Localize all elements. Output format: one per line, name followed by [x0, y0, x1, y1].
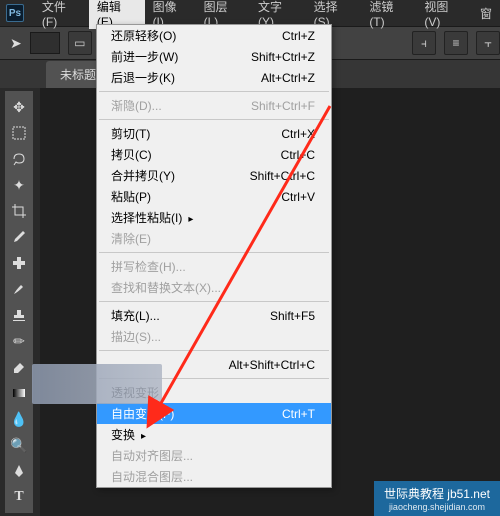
- menu-filter[interactable]: 滤镜(T): [361, 0, 416, 29]
- pen-tool[interactable]: [7, 459, 31, 483]
- option-button-1[interactable]: ▭: [68, 31, 92, 55]
- menu-item-label: 清除(E): [111, 230, 151, 247]
- align-center-icon[interactable]: ≡: [444, 31, 468, 55]
- menu-separator: [99, 252, 329, 253]
- healing-tool[interactable]: [7, 251, 31, 275]
- menu-item-shortcut: Ctrl+V: [281, 190, 315, 204]
- menu-item-1[interactable]: 前进一步(W) Shift+Ctrl+Z: [97, 46, 331, 67]
- menu-item-13: 拼写检查(H)...: [97, 256, 331, 277]
- wand-tool[interactable]: ✦: [7, 173, 31, 197]
- menu-item-4: 渐隐(D)... Shift+Ctrl+F: [97, 95, 331, 116]
- crop-tool[interactable]: [7, 199, 31, 223]
- watermark-subtext: jiaocheng.shejidian.com: [389, 502, 485, 512]
- menu-item-17: 描边(S)...: [97, 326, 331, 347]
- brush-tool[interactable]: [7, 277, 31, 301]
- tools-panel: ✥ ✦ ✏ 💧 🔍 T: [4, 90, 34, 514]
- tool-preset-picker[interactable]: [30, 32, 60, 54]
- menu-item-label: 自由变换(F): [111, 405, 174, 422]
- menu-item-label: 拷贝(C): [111, 146, 152, 163]
- marquee-tool[interactable]: [7, 121, 31, 145]
- menu-item-label: 后退一步(K): [111, 69, 175, 86]
- menu-item-23[interactable]: 变换: [97, 424, 331, 445]
- menu-item-16[interactable]: 填充(L)... Shift+F5: [97, 305, 331, 326]
- menu-item-label: 合并拷贝(Y): [111, 167, 175, 184]
- blur-tool[interactable]: 💧: [7, 407, 31, 431]
- menu-item-9[interactable]: 粘贴(P) Ctrl+V: [97, 186, 331, 207]
- dodge-tool[interactable]: 🔍: [7, 433, 31, 457]
- menu-window[interactable]: 窗: [472, 5, 500, 22]
- menu-item-2[interactable]: 后退一步(K) Alt+Ctrl+Z: [97, 67, 331, 88]
- gradient-tool[interactable]: [7, 381, 31, 405]
- menu-item-14: 查找和替换文本(X)...: [97, 277, 331, 298]
- app-logo: Ps: [6, 4, 24, 22]
- menu-separator: [99, 119, 329, 120]
- menu-item-25: 自动混合图层...: [97, 466, 331, 487]
- menu-item-22[interactable]: 自由变换(F) Ctrl+T: [97, 403, 331, 424]
- menu-item-label: 自动混合图层...: [111, 468, 193, 485]
- eraser-tool[interactable]: [7, 355, 31, 379]
- menu-item-label: 自动对齐图层...: [111, 447, 193, 464]
- menu-item-label: 描边(S)...: [111, 328, 161, 345]
- edit-menu-dropdown: 还原轻移(O) Ctrl+Z 前进一步(W) Shift+Ctrl+Z 后退一步(K) A…: [96, 24, 332, 488]
- menu-item-shortcut: Alt+Ctrl+Z: [261, 71, 315, 85]
- menu-view[interactable]: 视图(V): [416, 0, 472, 29]
- menu-item-8[interactable]: 合并拷贝(Y) Shift+Ctrl+C: [97, 165, 331, 186]
- menu-item-label: 粘贴(P): [111, 188, 151, 205]
- menu-item-label: 渐隐(D)...: [111, 97, 162, 114]
- menu-file[interactable]: 文件(F): [34, 0, 89, 29]
- history-brush-tool[interactable]: ✏: [7, 329, 31, 353]
- menubar: Ps 文件(F) 编辑(E) 图像(I) 图层(L) 文字(Y) 选择(S) 滤…: [0, 0, 500, 26]
- menu-item-shortcut: Shift+F5: [270, 309, 315, 323]
- move-tool-icon: ➤: [10, 35, 22, 52]
- menu-item-7[interactable]: 拷贝(C) Ctrl+C: [97, 144, 331, 165]
- type-tool[interactable]: T: [7, 485, 31, 509]
- menu-item-shortcut: Ctrl+X: [281, 127, 315, 141]
- menu-item-shortcut: Ctrl+Z: [282, 29, 315, 43]
- menu-item-label: 填充(L)...: [111, 307, 160, 324]
- align-right-icon[interactable]: ⫟: [476, 31, 500, 55]
- menu-item-6[interactable]: 剪切(T) Ctrl+X: [97, 123, 331, 144]
- menu-item-label: 还原轻移(O): [111, 27, 176, 44]
- menu-item-label: 前进一步(W): [111, 48, 178, 65]
- menu-item-shortcut: Ctrl+C: [281, 148, 315, 162]
- menu-item-label: 拼写检查(H)...: [111, 258, 186, 275]
- menu-item-label: 选择性粘贴(I): [111, 209, 193, 226]
- menu-item-24: 自动对齐图层...: [97, 445, 331, 466]
- move-tool[interactable]: ✥: [7, 95, 31, 119]
- menu-item-shortcut: Shift+Ctrl+F: [251, 99, 315, 113]
- menu-item-label: 变换: [111, 426, 146, 443]
- eyedropper-tool[interactable]: [7, 225, 31, 249]
- menu-separator: [99, 301, 329, 302]
- menu-item-shortcut: Ctrl+T: [282, 407, 315, 421]
- annotation-smudge: [32, 364, 162, 404]
- menu-separator: [99, 91, 329, 92]
- menu-item-shortcut: Shift+Ctrl+Z: [251, 50, 315, 64]
- lasso-tool[interactable]: [7, 147, 31, 171]
- menu-item-shortcut: Shift+Ctrl+C: [250, 169, 315, 183]
- menu-separator: [99, 350, 329, 351]
- menu-item-11: 清除(E): [97, 228, 331, 249]
- watermark: 世际典教程 jb51.net jiaocheng.shejidian.com: [374, 481, 500, 516]
- align-left-icon[interactable]: ⫞: [412, 31, 436, 55]
- menu-item-label: 查找和替换文本(X)...: [111, 279, 221, 296]
- menu-item-shortcut: Alt+Shift+Ctrl+C: [229, 358, 315, 372]
- menu-item-label: 剪切(T): [111, 125, 150, 142]
- stamp-tool[interactable]: [7, 303, 31, 327]
- menu-item-10[interactable]: 选择性粘贴(I): [97, 207, 331, 228]
- watermark-text: 世际典教程 jb51.net: [384, 485, 490, 502]
- menu-item-0[interactable]: 还原轻移(O) Ctrl+Z: [97, 25, 331, 46]
